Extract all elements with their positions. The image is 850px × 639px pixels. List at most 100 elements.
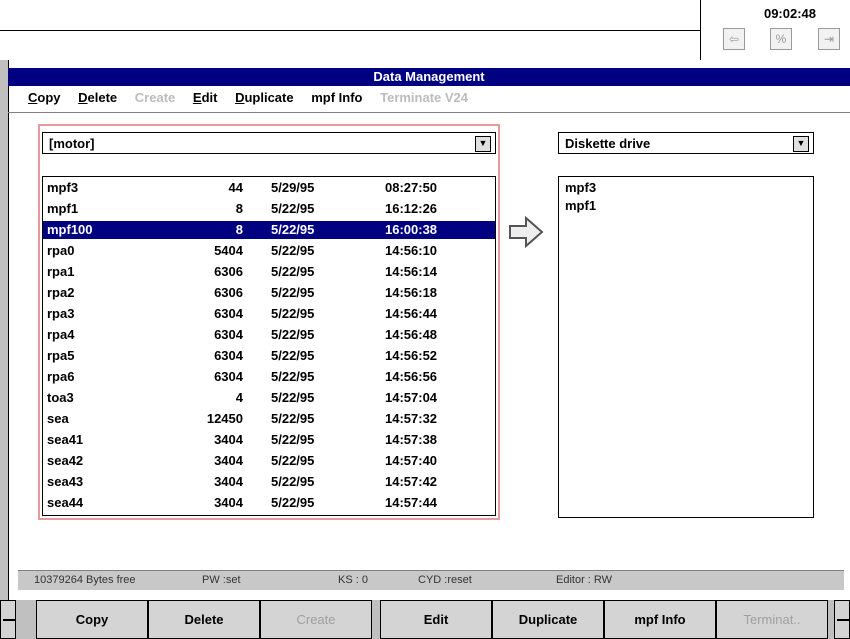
cell-time: 14:56:44 [385,306,438,321]
cell-time: 08:27:50 [385,180,438,195]
clock: 09:02:48 [763,6,817,21]
terminate-button: Terminat.. [716,600,828,639]
target-dropdown-value: Diskette drive [565,136,651,151]
cell-time: 14:56:52 [385,348,438,363]
table-row[interactable]: mpf1 8 5/22/95 16:12:26 [43,200,495,218]
cell-time: 14:56:14 [385,264,438,279]
logout-icon[interactable]: ⇥ [818,28,840,50]
cell-date: 5/22/95 [271,327,315,342]
source-dropdown-value: [motor] [49,136,95,151]
cell-name: rpa6 [47,369,75,384]
cell-date: 5/22/95 [271,390,315,405]
cell-time: 14:57:38 [385,432,438,447]
cell-name: rpa4 [47,327,75,342]
table-row[interactable]: sea 12450 5/22/95 14:57:32 [43,410,495,428]
cell-name: mpf100 [47,222,93,237]
menu-mpf-info[interactable]: mpf Info [311,90,362,105]
cell-date: 5/22/95 [271,411,315,426]
table-row[interactable]: rpa5 6304 5/22/95 14:56:52 [43,347,495,365]
menu-duplicate[interactable]: Duplicate [235,90,294,105]
target-file-list[interactable]: mpf3 mpf1 [558,176,814,518]
cell-name: rpa5 [47,348,75,363]
status-pw: PW :set [202,574,241,586]
table-row[interactable]: rpa6 6304 5/22/95 14:56:56 [43,368,495,386]
cell-name: sea43 [47,474,84,489]
table-row[interactable]: rpa3 6304 5/22/95 14:56:44 [43,305,495,323]
table-row[interactable]: sea42 3404 5/22/95 14:57:40 [43,452,495,470]
cell-time: 14:57:42 [385,474,438,489]
cell-time: 16:00:38 [385,222,438,237]
arrow-right-icon[interactable] [506,214,546,250]
cell-name: rpa1 [47,264,75,279]
cell-date: 5/22/95 [271,495,315,510]
edit-button[interactable]: Edit [380,600,492,639]
cell-size: 8 [235,222,243,237]
table-row[interactable]: rpa4 6304 5/22/95 14:56:48 [43,326,495,344]
source-dropdown[interactable]: [motor] ▼ [42,132,496,154]
cell-date: 5/22/95 [271,264,315,279]
menu-delete[interactable]: Delete [78,90,117,105]
cell-time: 14:57:40 [385,453,438,468]
list-item[interactable]: mpf1 [565,198,596,213]
header-vdivider [700,0,701,60]
target-dropdown[interactable]: Diskette drive ▼ [558,132,814,154]
mpf-info-button[interactable]: mpf Info [604,600,716,639]
list-item[interactable]: mpf3 [565,180,596,195]
cell-time: 14:56:18 [385,285,438,300]
header-divider [0,30,700,31]
dropdown-arrow-icon[interactable]: ▼ [793,136,809,152]
exit-icon[interactable]: ⇦ [723,28,745,50]
cell-size: 5404 [214,243,243,258]
percent-icon[interactable]: % [770,28,792,50]
cell-name: sea42 [47,453,84,468]
cell-time: 16:12:26 [385,201,438,216]
cell-time: 14:57:44 [385,495,438,510]
dropdown-arrow-icon[interactable]: ▼ [475,136,491,152]
cell-size: 3404 [214,432,243,447]
cell-name: rpa0 [47,243,75,258]
menu-edit[interactable]: Edit [193,90,218,105]
cell-time: 14:57:04 [385,390,438,405]
cell-size: 3404 [214,495,243,510]
cell-name: rpa3 [47,306,75,321]
cell-date: 5/22/95 [271,369,315,384]
cell-name: toa3 [47,390,74,405]
cell-date: 5/22/95 [271,201,315,216]
table-row[interactable]: rpa0 5404 5/22/95 14:56:10 [43,242,495,260]
delete-button[interactable]: Delete [148,600,260,639]
cell-date: 5/22/95 [271,432,315,447]
table-row[interactable]: toa3 4 5/22/95 14:57:04 [43,389,495,407]
cell-size: 8 [235,201,243,216]
table-row[interactable]: sea44 3404 5/22/95 14:57:44 [43,494,495,512]
cell-time: 14:57:32 [385,411,438,426]
status-editor: Editor : RW [556,574,613,586]
cell-date: 5/22/95 [271,453,315,468]
cell-date: 5/22/95 [271,348,315,363]
cell-date: 5/22/95 [271,243,315,258]
table-row[interactable]: rpa2 6306 5/22/95 14:56:18 [43,284,495,302]
source-file-list[interactable]: mpf3 44 5/29/95 08:27:50 mpf1 8 5/22/95 16:12:2… [42,176,496,516]
table-row[interactable]: rpa1 6306 5/22/95 14:56:14 [43,263,495,281]
cell-date: 5/22/95 [271,474,315,489]
cell-size: 6306 [214,285,243,300]
cell-size: 6304 [214,327,243,342]
cell-date: 5/22/95 [271,306,315,321]
create-button: Create [260,600,372,639]
duplicate-button[interactable]: Duplicate [492,600,604,639]
cell-time: 14:56:56 [385,369,438,384]
table-row[interactable]: sea41 3404 5/22/95 14:57:38 [43,431,495,449]
table-row[interactable]: mpf100 8 5/22/95 16:00:38 [43,221,495,239]
cell-size: 6304 [214,306,243,321]
cell-size: 6304 [214,348,243,363]
cell-size: 6304 [214,369,243,384]
table-row[interactable]: mpf3 44 5/29/95 08:27:50 [43,179,495,197]
cell-date: 5/22/95 [271,222,315,237]
menu-copy[interactable]: Copy [28,90,61,105]
cell-date: 5/29/95 [271,180,315,195]
cell-size: 12450 [206,411,243,426]
cell-size: 4 [235,390,243,405]
menu-bar: Copy Delete Create Edit Duplicate mpf In… [28,90,828,110]
copy-button[interactable]: Copy [36,600,148,639]
table-row[interactable]: sea43 3404 5/22/95 14:57:42 [43,473,495,491]
cell-size: 44 [228,180,243,195]
